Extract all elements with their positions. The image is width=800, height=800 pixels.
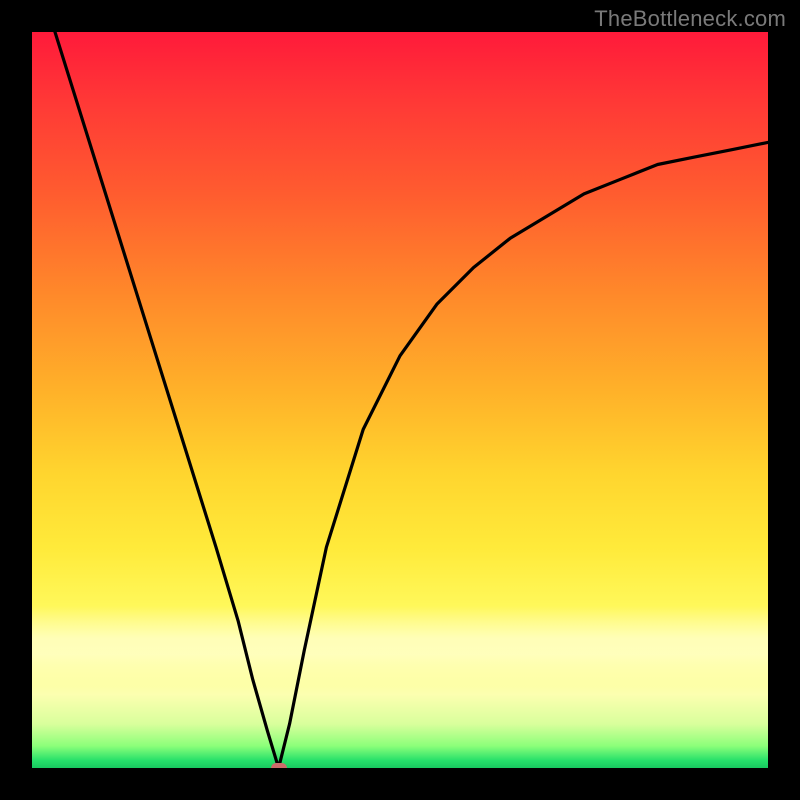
minimum-marker (271, 763, 287, 768)
watermark: TheBottleneck.com (594, 6, 786, 32)
plot-area (32, 32, 768, 768)
curve-layer (32, 32, 768, 768)
bottleneck-curve (32, 32, 768, 768)
chart-frame: TheBottleneck.com (0, 0, 800, 800)
